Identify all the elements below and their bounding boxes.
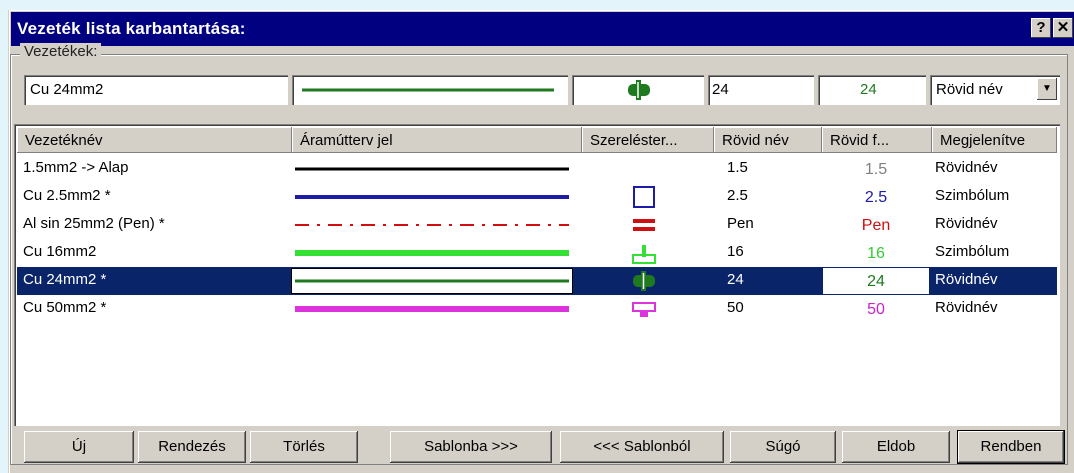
table-row[interactable]: Cu 24mm2 * 24 24 Rövidnév bbox=[17, 267, 1057, 295]
line-preview bbox=[302, 88, 554, 92]
short-name-cell: 16 bbox=[727, 243, 744, 260]
short-label-text: 24 bbox=[867, 273, 885, 290]
sort-button[interactable]: Rendezés bbox=[138, 431, 246, 463]
col-header-schematic[interactable]: Áramútterv jel bbox=[292, 127, 582, 153]
ok-button[interactable]: Rendben bbox=[958, 431, 1064, 463]
plug-symbol-icon bbox=[628, 80, 650, 100]
wires-group-label: Vezetékek: bbox=[20, 43, 102, 60]
symbol-picker[interactable] bbox=[572, 75, 704, 105]
line-style-picker[interactable] bbox=[292, 75, 568, 105]
short-label-text: 50 bbox=[867, 301, 885, 318]
delete-button[interactable]: Törlés bbox=[250, 431, 358, 463]
line-preview-cell bbox=[291, 156, 573, 182]
col-header-displayed[interactable]: Megjelenítve bbox=[932, 127, 1057, 153]
down-box-symbol-icon bbox=[632, 302, 656, 317]
short-label-cell: 2.5 bbox=[823, 184, 929, 210]
col-header-short-name[interactable]: Rövid név bbox=[714, 127, 822, 153]
displayed-as-cell: Rövidnév bbox=[935, 159, 998, 176]
double-bar-symbol-icon bbox=[633, 219, 655, 231]
displayed-as-cell: Szimbólum bbox=[935, 243, 1010, 260]
displayed-as-cell: Szimbólum bbox=[935, 187, 1010, 204]
short-name-cell: 50 bbox=[727, 299, 744, 316]
wire-name-input[interactable]: Cu 24mm2 bbox=[24, 75, 288, 105]
line-preview-cell bbox=[291, 268, 573, 294]
displayed-as-cell: Rövidnév bbox=[935, 299, 998, 316]
title-bar: Vezeték lista karbantartása: ? ✕ bbox=[11, 12, 1074, 46]
displayed-as-cell: Rövidnév bbox=[935, 215, 998, 232]
short-name-cell: Pen bbox=[727, 215, 754, 232]
displayed-as-cell: Rövidnév bbox=[935, 271, 998, 288]
discard-button[interactable]: Eldob bbox=[842, 431, 950, 463]
short-label-cell: 1.5 bbox=[823, 156, 929, 182]
chevron-down-icon[interactable]: ▼ bbox=[1037, 78, 1057, 100]
table-row[interactable]: Cu 50mm2 * 50 50 Rövidnév bbox=[17, 295, 1057, 323]
short-name-input[interactable]: 24 bbox=[708, 75, 814, 105]
window-title: Vezeték lista karbantartása: bbox=[17, 19, 246, 38]
short-label-text: 16 bbox=[867, 245, 885, 262]
display-mode-select[interactable]: Rövid név ▼ bbox=[930, 75, 1060, 105]
short-label-text: Pen bbox=[861, 217, 891, 234]
table-row[interactable]: 1.5mm2 -> Alap 1.5 1.5 Rövidnév bbox=[17, 155, 1057, 183]
close-button[interactable]: ✕ bbox=[1053, 18, 1073, 38]
help-button[interactable]: Súgó bbox=[730, 431, 836, 463]
col-header-short-label[interactable]: Rövid f... bbox=[822, 127, 932, 153]
wire-name-cell: Cu 24mm2 * bbox=[23, 271, 107, 288]
short-label-cell: 50 bbox=[823, 296, 929, 322]
short-label-text: 2.5 bbox=[864, 189, 888, 206]
short-label-cell: 16 bbox=[823, 240, 929, 266]
wire-name-cell: Al sin 25mm2 (Pen) * bbox=[23, 215, 165, 232]
short-name-cell: 2.5 bbox=[727, 187, 748, 204]
t-shape-symbol-icon bbox=[632, 245, 656, 264]
short-label-input[interactable]: 24 bbox=[818, 75, 926, 105]
square-symbol-icon bbox=[633, 186, 655, 208]
line-preview-cell bbox=[291, 240, 573, 266]
wire-list[interactable]: Vezetéknév Áramútterv jel Szereléster...… bbox=[14, 124, 1060, 426]
wire-name-cell: Cu 50mm2 * bbox=[23, 299, 107, 316]
from-template-button[interactable]: <<< Sablonból bbox=[560, 431, 724, 463]
short-label-text: 1.5 bbox=[864, 161, 888, 178]
to-template-button[interactable]: Sablonba >>> bbox=[390, 431, 552, 463]
table-row[interactable]: Cu 16mm2 16 16 Szimbólum bbox=[17, 239, 1057, 267]
wire-name-cell: 1.5mm2 -> Alap bbox=[23, 159, 129, 176]
help-title-button[interactable]: ? bbox=[1031, 18, 1051, 38]
col-header-name[interactable]: Vezetéknév bbox=[17, 127, 292, 153]
line-preview-cell bbox=[291, 296, 573, 322]
col-header-install[interactable]: Szereléster... bbox=[582, 127, 714, 153]
wire-name-cell: Cu 16mm2 bbox=[23, 243, 97, 260]
short-label-cell: Pen bbox=[823, 212, 929, 238]
wire-name-cell: Cu 2.5mm2 * bbox=[23, 187, 111, 204]
short-name-cell: 24 bbox=[727, 271, 744, 288]
table-row[interactable]: Cu 2.5mm2 * 2.5 2.5 Szimbólum bbox=[17, 183, 1057, 211]
line-preview-cell bbox=[291, 212, 573, 238]
short-name-cell: 1.5 bbox=[727, 159, 748, 176]
table-row[interactable]: Al sin 25mm2 (Pen) * Pen Pen Rövidnév bbox=[17, 211, 1057, 239]
short-label-cell: 24 bbox=[823, 268, 929, 294]
new-button[interactable]: Új bbox=[24, 431, 134, 463]
plug-symbol-icon bbox=[633, 271, 655, 291]
line-preview-cell bbox=[291, 184, 573, 210]
